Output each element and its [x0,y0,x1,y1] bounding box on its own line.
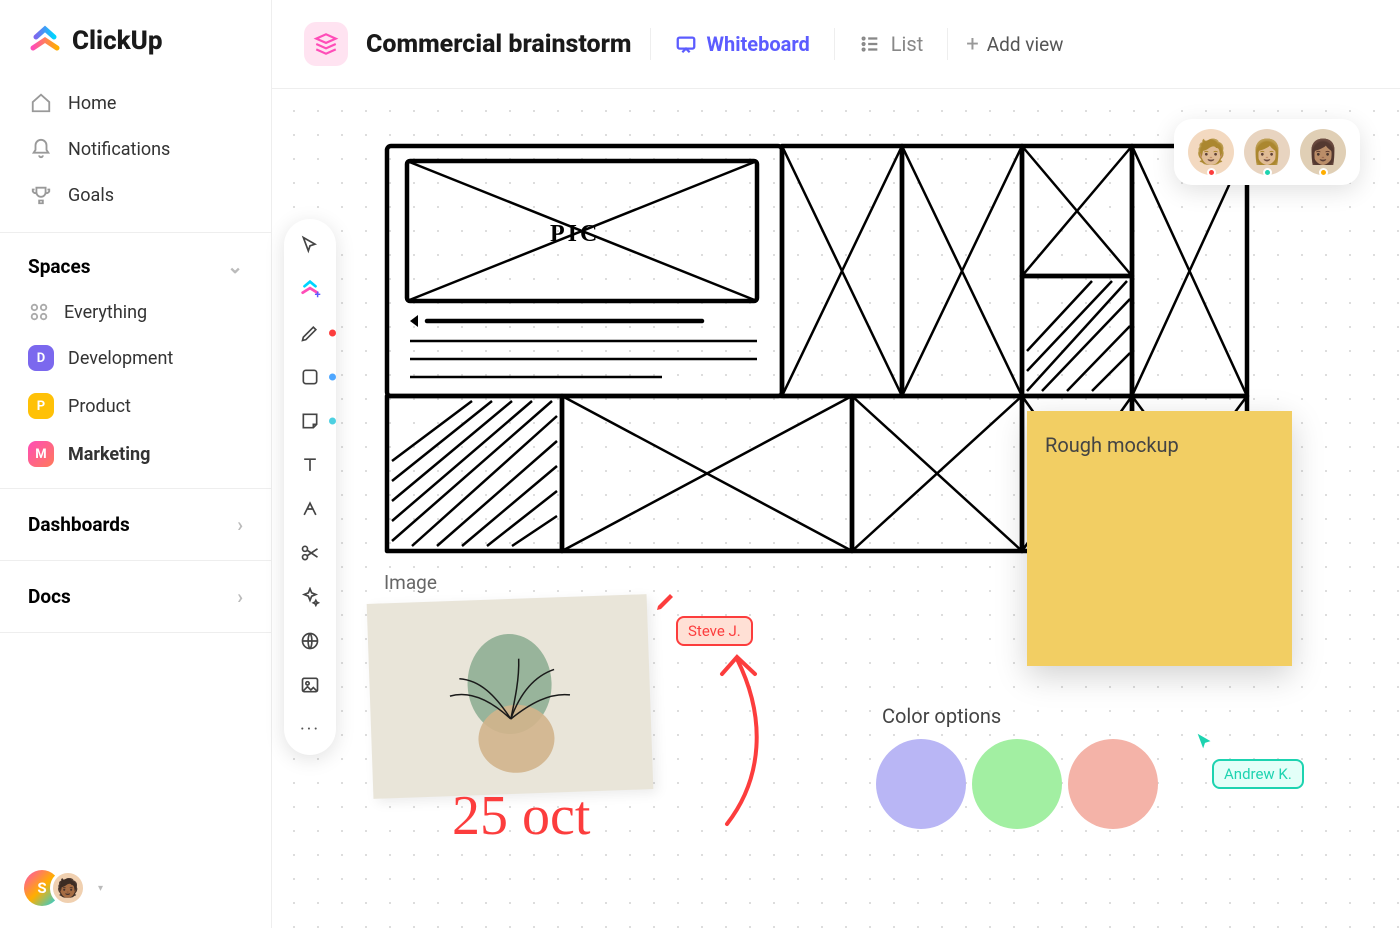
user-switcher[interactable]: S 🧑🏾 ▾ [24,870,103,906]
sidebar-item-marketing[interactable]: M Marketing [0,430,271,478]
color-swatch[interactable] [972,739,1062,829]
color-options-label: Color options [882,704,1001,728]
chevron-down-icon: ⌄ [227,255,243,278]
image-card[interactable] [367,594,654,799]
image-label: Image [384,571,437,594]
pic-label: PIC [550,221,600,247]
add-view-button[interactable]: + Add view [966,32,1063,57]
canvas-toolbar: + ··· [284,219,336,755]
text-tool[interactable] [298,453,322,477]
freehand-arrow [667,629,787,829]
page-header: Commercial brainstorm Whiteboard List + … [272,0,1400,89]
chevron-down-icon: ▾ [98,883,103,894]
tab-list[interactable]: List [853,28,930,60]
pointer-tool[interactable] [298,233,322,257]
nav-home[interactable]: Home [12,80,259,126]
magic-tool[interactable] [298,585,322,609]
chevron-right-icon: › [237,513,243,536]
freehand-date-text: 25 oct [452,784,590,848]
list-icon [859,33,881,55]
docs-label: Docs [28,585,71,608]
image-tool[interactable] [298,673,322,697]
avatar[interactable]: 🧑🏼 [1188,129,1234,175]
nav-goals[interactable]: Goals [12,172,259,218]
color-swatch[interactable] [1068,739,1158,829]
everything-icon [28,301,50,323]
connector-tool[interactable] [298,497,322,521]
tab-whiteboard-label: Whiteboard [707,32,810,56]
logo-text: ClickUp [72,26,163,56]
sticky-text: Rough mockup [1045,433,1274,457]
prod-badge: P [28,393,54,419]
mkt-label: Marketing [68,444,150,465]
clickup-tool[interactable]: + [298,277,322,301]
everything-label: Everything [64,302,147,323]
dev-label: Development [68,348,173,369]
user-avatar-photo: 🧑🏾 [50,870,86,906]
tab-whiteboard[interactable]: Whiteboard [669,28,816,60]
mkt-badge: M [28,441,54,467]
whiteboard-icon [675,33,697,55]
spaces-header[interactable]: Spaces ⌄ [0,243,271,290]
nav-goals-label: Goals [68,185,114,206]
nav-notifications[interactable]: Notifications [12,126,259,172]
sticky-tool[interactable] [298,409,322,433]
sidebar: ClickUp Home Notifications Goals Spaces … [0,0,272,928]
tab-list-label: List [891,32,924,56]
cursor-icon [1194,731,1216,753]
board-icon [304,22,348,66]
trophy-icon [30,184,52,206]
color-swatches [880,739,1158,829]
home-icon [30,92,52,114]
logo[interactable]: ClickUp [0,0,271,76]
collaborator-avatars: 🧑🏼 👩🏼 👩🏽 [1174,119,1360,185]
avatar[interactable]: 👩🏼 [1244,129,1290,175]
plus-icon: + [966,32,978,57]
dashboards-label: Dashboards [28,513,130,536]
dev-badge: D [28,345,54,371]
sidebar-item-development[interactable]: D Development [0,334,271,382]
chevron-right-icon: › [237,585,243,608]
clickup-logo-icon [28,24,62,58]
shape-tool[interactable] [298,365,322,389]
web-tool[interactable] [298,629,322,653]
nav-dashboards[interactable]: Dashboards › [0,499,271,550]
page-title: Commercial brainstorm [366,30,632,59]
bell-icon [30,138,52,160]
nav-notifications-label: Notifications [68,139,170,160]
svg-text:+: + [315,288,321,300]
pen-tool[interactable] [298,321,322,345]
sticky-note[interactable]: Rough mockup [1027,411,1292,666]
user-cursor-andrew: Andrew K. [1212,759,1304,789]
add-view-label: Add view [987,33,1064,56]
sidebar-item-product[interactable]: P Product [0,382,271,430]
more-tool[interactable]: ··· [298,717,322,741]
nav-home-label: Home [68,93,116,114]
scissors-tool[interactable] [298,541,322,565]
nav-docs[interactable]: Docs › [0,571,271,622]
prod-label: Product [68,396,131,417]
whiteboard-canvas[interactable]: + ··· 🧑🏼 👩🏼 👩🏽 [272,89,1400,928]
sidebar-item-everything[interactable]: Everything [0,290,271,334]
spaces-title: Spaces [28,255,90,278]
color-swatch[interactable] [876,739,966,829]
avatar[interactable]: 👩🏽 [1300,129,1346,175]
pencil-icon [654,589,678,613]
